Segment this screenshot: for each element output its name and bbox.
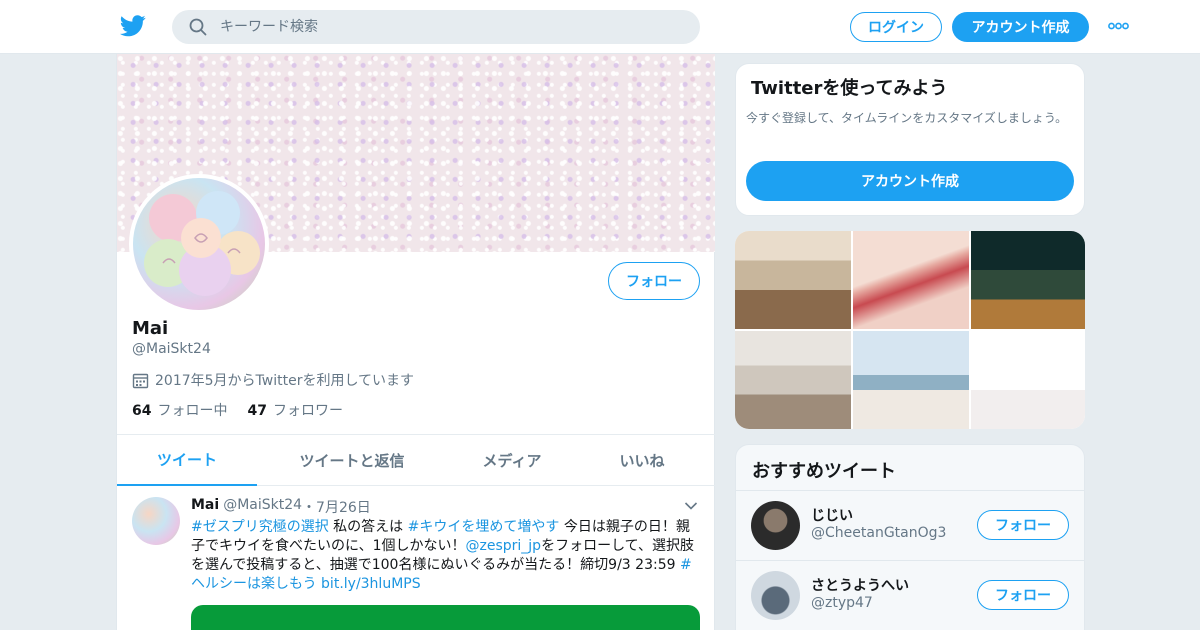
search-icon — [189, 18, 207, 36]
profile-avatar[interactable] — [129, 174, 269, 314]
photo-thumbnail[interactable] — [971, 231, 1085, 329]
mention-link[interactable]: @zespri_jp — [466, 538, 542, 554]
url-link[interactable]: bit.ly/3hluMPS — [321, 576, 421, 592]
photo-thumbnail[interactable] — [735, 331, 851, 429]
tweet-avatar[interactable] — [132, 497, 180, 545]
following-label: フォロー中 — [157, 403, 228, 419]
recommended-title: おすすめツイート — [752, 461, 896, 482]
recommended-user-handle[interactable]: @ztyp47 — [811, 595, 873, 611]
media-photo-grid — [735, 231, 1085, 429]
recommended-user[interactable]: じじい @CheetanGtanOg3 フォロー — [736, 490, 1084, 558]
tweet-separator: ・ — [302, 500, 317, 516]
signup-card-description: 今すぐ登録して、タイムラインをカスタマイズしましょう。 — [746, 111, 1068, 125]
search-box[interactable] — [172, 10, 700, 44]
photo-thumbnail[interactable] — [853, 231, 969, 329]
signup-button[interactable]: アカウント作成 — [952, 12, 1089, 42]
more-horizontal-icon[interactable] — [1108, 22, 1129, 30]
rose-bouquet-image — [144, 191, 260, 296]
recommended-user-handle[interactable]: @CheetanGtanOg3 — [811, 525, 946, 541]
tweet-text: #ゼスプリ究極の選択 私の答えは #キウイを埋めて増やす 今日は親子の日！親子で… — [191, 518, 701, 594]
signup-card-button[interactable]: アカウント作成 — [746, 161, 1074, 201]
avatar[interactable] — [751, 501, 800, 550]
joined-date-row: 2017年5月からTwitterを利用しています — [132, 370, 414, 390]
recommended-user[interactable]: さとうようへい @ztyp47 フォロー — [736, 560, 1084, 628]
hashtag-link[interactable]: #ゼスプリ究極の選択 — [191, 519, 329, 535]
signup-card-title: Twitterを使ってみよう — [751, 78, 948, 99]
follow-button[interactable]: フォロー — [977, 510, 1069, 540]
follow-button[interactable]: フォロー — [608, 262, 700, 300]
recommended-user-name[interactable]: じじい — [811, 505, 853, 525]
tab-tweets[interactable]: ツイート — [117, 435, 257, 486]
joined-date-text: 2017年5月からTwitterを利用しています — [155, 373, 415, 389]
tab-media[interactable]: メディア — [447, 435, 577, 486]
following-count: 64 — [132, 403, 152, 419]
profile-tabs: ツイート ツイートと返信 メディア いいね — [117, 434, 715, 486]
followers-label: フォロワー — [272, 403, 343, 419]
tweet-date[interactable]: 7月26日 — [316, 497, 371, 517]
tweet-text-segment: 私の答えは — [328, 519, 408, 535]
tweet-author-handle[interactable]: @MaiSkt24 — [223, 497, 302, 517]
tab-likes[interactable]: いいね — [577, 435, 707, 486]
search-input[interactable] — [220, 10, 680, 44]
photo-thumbnail[interactable] — [853, 331, 969, 429]
hashtag-link[interactable]: #キウイを埋めて増やす — [408, 519, 560, 535]
twitter-bird-icon[interactable] — [120, 14, 146, 38]
tweet-item[interactable]: Mai @MaiSkt24 ・ 7月26日 #ゼスプリ究極の選択 私の答えは #… — [117, 487, 715, 630]
recommended-user-name[interactable]: さとうようへい — [811, 575, 909, 595]
tweet-author-name[interactable]: Mai — [191, 497, 219, 517]
tweet-media-card[interactable] — [191, 605, 700, 630]
login-button[interactable]: ログイン — [850, 12, 942, 42]
follow-stats: 64 フォロー中 47 フォロワー — [132, 400, 363, 420]
chevron-down-icon[interactable] — [684, 501, 698, 511]
profile-handle[interactable]: @MaiSkt24 — [132, 341, 211, 357]
tweet-header: Mai @MaiSkt24 ・ 7月26日 — [191, 497, 371, 517]
following-stat[interactable]: 64 フォロー中 — [132, 400, 227, 420]
recommended-tweets-card: おすすめツイート じじい @CheetanGtanOg3 フォロー さとうようへ… — [735, 444, 1085, 630]
top-navigation-bar: ログイン アカウント作成 — [0, 0, 1200, 54]
follow-button[interactable]: フォロー — [977, 580, 1069, 610]
profile-name: Mai — [132, 318, 169, 339]
calendar-icon — [132, 373, 149, 388]
profile-column: フォロー Mai @MaiSkt24 2017年5月からTwitterを利用して… — [116, 54, 715, 630]
followers-stat[interactable]: 47 フォロワー — [247, 400, 342, 420]
signup-prompt-card: Twitterを使ってみよう 今すぐ登録して、タイムラインをカスタマイズしましょ… — [735, 63, 1085, 216]
photo-thumbnail[interactable] — [971, 331, 1085, 429]
tab-tweets-and-replies[interactable]: ツイートと返信 — [257, 435, 447, 486]
avatar[interactable] — [751, 571, 800, 620]
followers-count: 47 — [247, 403, 267, 419]
photo-thumbnail[interactable] — [735, 231, 851, 329]
